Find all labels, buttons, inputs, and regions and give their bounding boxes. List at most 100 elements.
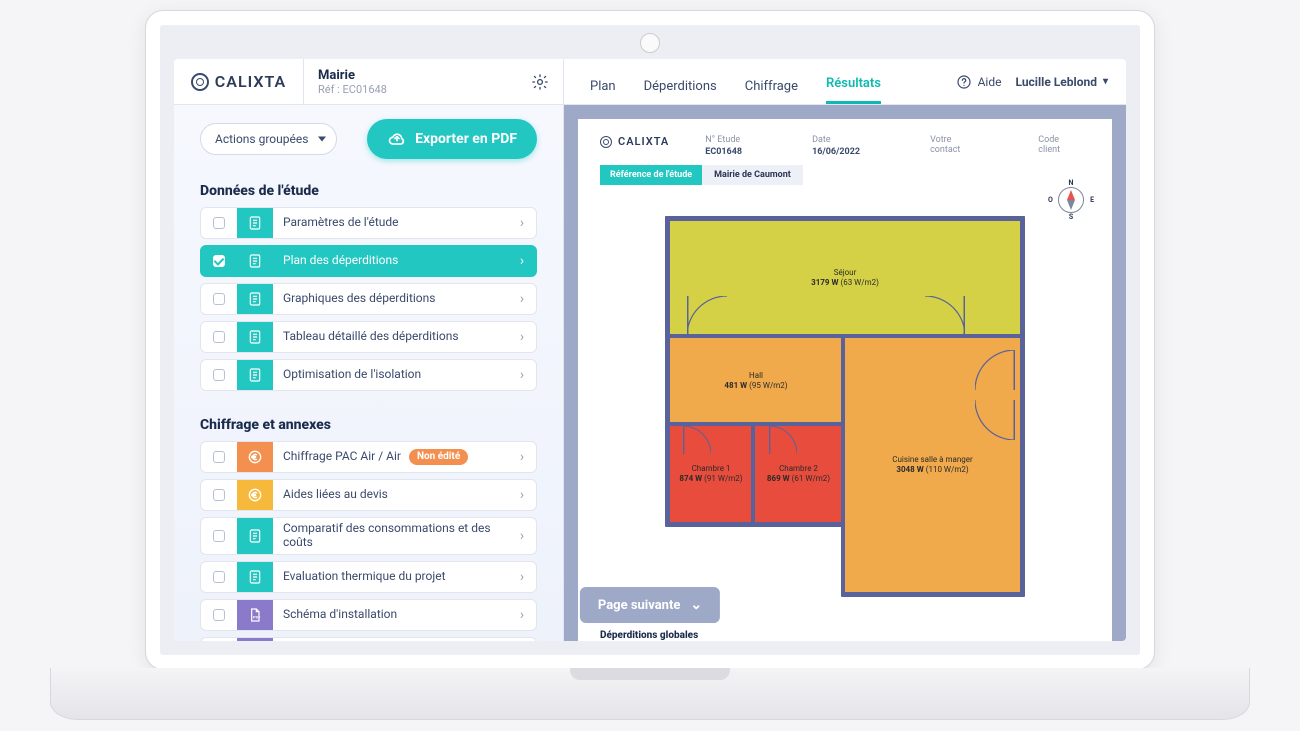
- app-body: Actions groupées Exporter en PDF Données…: [174, 105, 1126, 641]
- document-preview: CALIXTA N° Etude EC01648 Date 16/06/2022: [578, 119, 1112, 641]
- donnees-row[interactable]: Tableau détaillé des déperditions›: [200, 321, 537, 353]
- row-checkbox[interactable]: [201, 530, 237, 542]
- user-menu[interactable]: Lucille Leblond ▾: [1015, 75, 1108, 89]
- row-type-icon: [237, 562, 273, 592]
- compass-icon: N S E O: [1054, 183, 1088, 217]
- row-type-icon: PDF: [237, 600, 273, 630]
- user-name: Lucille Leblond: [1015, 75, 1096, 89]
- row-type-icon: [237, 360, 273, 390]
- chiffrage-row[interactable]: PDF Schéma d'installation›: [200, 599, 537, 631]
- floorplan-wrap: Séjour 3179 W (63 W/m2) Ha: [600, 185, 1090, 626]
- row-label: Graphiques des déperditions: [273, 292, 508, 306]
- doc-etude-v: EC01648: [705, 147, 742, 157]
- row-checkbox[interactable]: [201, 369, 237, 381]
- svg-text:PDF: PDF: [253, 614, 261, 619]
- preview-pane: CALIXTA N° Etude EC01648 Date 16/06/2022: [564, 105, 1126, 641]
- row-label: Paramètres de l'étude: [273, 216, 508, 230]
- section-chiffrage-title: Chiffrage et annexes: [174, 407, 563, 441]
- tab-deperditions[interactable]: Déperditions: [644, 79, 717, 104]
- help-link[interactable]: Aide: [956, 74, 1002, 90]
- help-label: Aide: [978, 75, 1002, 89]
- sidebar-toolbar: Actions groupées Exporter en PDF: [174, 105, 563, 173]
- chiffrage-row[interactable]: PDFDocumentation commerciale›: [200, 637, 537, 641]
- row-checkbox[interactable]: [201, 489, 237, 501]
- doc-ref-label: Référence de l'étude: [600, 165, 702, 185]
- chevron-down-icon: ⌄: [690, 597, 702, 613]
- project-name: Mairie: [318, 68, 521, 83]
- chevron-right-icon: ›: [508, 487, 536, 503]
- donnees-list: Paramètres de l'étude›Plan des déperditi…: [174, 207, 563, 407]
- row-label: Comparatif des consommations et des coût…: [273, 518, 508, 554]
- row-checkbox[interactable]: [201, 255, 237, 267]
- app-window: CALIXTA Mairie Réf : EC01648 Plan Dépe: [174, 59, 1126, 641]
- bulk-actions-label: Actions groupées: [215, 132, 308, 146]
- donnees-row[interactable]: Graphiques des déperditions›: [200, 283, 537, 315]
- row-checkbox[interactable]: [201, 571, 237, 583]
- row-type-icon: [237, 246, 273, 276]
- row-label: Chiffrage PAC Air / AirNon édité: [273, 449, 508, 465]
- row-label: Aides liées au devis: [273, 488, 508, 502]
- doc-date-h: Date: [812, 135, 860, 145]
- row-label: Schéma d'installation: [273, 608, 508, 622]
- brand-word: CALIXTA: [215, 72, 286, 91]
- chevron-down-icon: ▾: [1103, 76, 1108, 87]
- row-checkbox[interactable]: [201, 217, 237, 229]
- project-ref: Réf : EC01648: [318, 83, 521, 96]
- row-type-icon: [237, 284, 273, 314]
- doc-header: CALIXTA N° Etude EC01648 Date 16/06/2022: [600, 135, 1090, 165]
- chevron-right-icon: ›: [508, 329, 536, 345]
- row-label: Optimisation de l'isolation: [273, 368, 508, 382]
- doc-brand-logo: CALIXTA: [600, 135, 669, 148]
- chiffrage-row[interactable]: Comparatif des consommations et des coût…: [200, 517, 537, 555]
- row-checkbox[interactable]: [201, 293, 237, 305]
- row-checkbox[interactable]: [201, 609, 237, 621]
- section-donnees-title: Données de l'étude: [174, 173, 563, 207]
- chiffrage-row[interactable]: Chiffrage PAC Air / AirNon édité›: [200, 441, 537, 473]
- row-badge: Non édité: [409, 449, 468, 465]
- chevron-right-icon: ›: [508, 449, 536, 465]
- chevron-right-icon: ›: [508, 569, 536, 585]
- row-type-icon: [237, 322, 273, 352]
- row-checkbox[interactable]: [201, 331, 237, 343]
- chevron-right-icon: ›: [508, 215, 536, 231]
- next-page-button[interactable]: Page suivante ⌄: [580, 587, 720, 623]
- row-checkbox[interactable]: [201, 451, 237, 463]
- brand-logo: CALIXTA: [191, 72, 286, 91]
- chevron-right-icon: ›: [508, 367, 536, 383]
- brand-mark-icon: [191, 73, 209, 91]
- tab-resultats[interactable]: Résultats: [826, 76, 881, 104]
- doc-date-v: 16/06/2022: [812, 147, 860, 157]
- floorplan: Séjour 3179 W (63 W/m2) Ha: [665, 216, 1025, 596]
- gear-icon[interactable]: [531, 73, 549, 91]
- chiffrage-row[interactable]: Evaluation thermique du projet›: [200, 561, 537, 593]
- export-label: Exporter en PDF: [415, 131, 517, 147]
- camera-dot: [640, 33, 660, 53]
- main-tabs: Plan Déperditions Chiffrage Résultats: [564, 59, 938, 104]
- chevron-right-icon: ›: [508, 607, 536, 623]
- doc-brand-mark-icon: [600, 136, 612, 148]
- doc-ref-bar: Référence de l'étude Mairie de Caumont: [600, 165, 1090, 185]
- tab-plan[interactable]: Plan: [590, 79, 616, 104]
- chiffrage-list: Chiffrage PAC Air / AirNon édité›Aides l…: [174, 441, 563, 641]
- row-type-icon: [237, 442, 273, 472]
- row-type-icon: [237, 518, 273, 554]
- chevron-right-icon: ›: [508, 291, 536, 307]
- project-title-block: Mairie Réf : EC01648: [304, 59, 564, 104]
- header-right: Aide Lucille Leblond ▾: [938, 59, 1126, 104]
- brand-area[interactable]: CALIXTA: [174, 59, 304, 104]
- donnees-row[interactable]: Plan des déperditions›: [200, 245, 537, 277]
- export-pdf-button[interactable]: Exporter en PDF: [367, 119, 537, 159]
- doc-ref-value: Mairie de Caumont: [702, 165, 803, 185]
- row-label: Evaluation thermique du projet: [273, 570, 508, 584]
- door-icon: [975, 350, 1015, 390]
- tab-chiffrage[interactable]: Chiffrage: [745, 79, 798, 104]
- doc-etude-h: N° Etude: [705, 135, 742, 145]
- bulk-actions-select[interactable]: Actions groupées: [200, 123, 337, 155]
- donnees-row[interactable]: Paramètres de l'étude›: [200, 207, 537, 239]
- app-header: CALIXTA Mairie Réf : EC01648 Plan Dépe: [174, 59, 1126, 105]
- room-hall: Hall 481 W (95 W/m2): [670, 338, 842, 424]
- export-icon: [387, 129, 407, 149]
- donnees-row[interactable]: Optimisation de l'isolation›: [200, 359, 537, 391]
- chiffrage-row[interactable]: Aides liées au devis›: [200, 479, 537, 511]
- help-icon: [956, 74, 972, 90]
